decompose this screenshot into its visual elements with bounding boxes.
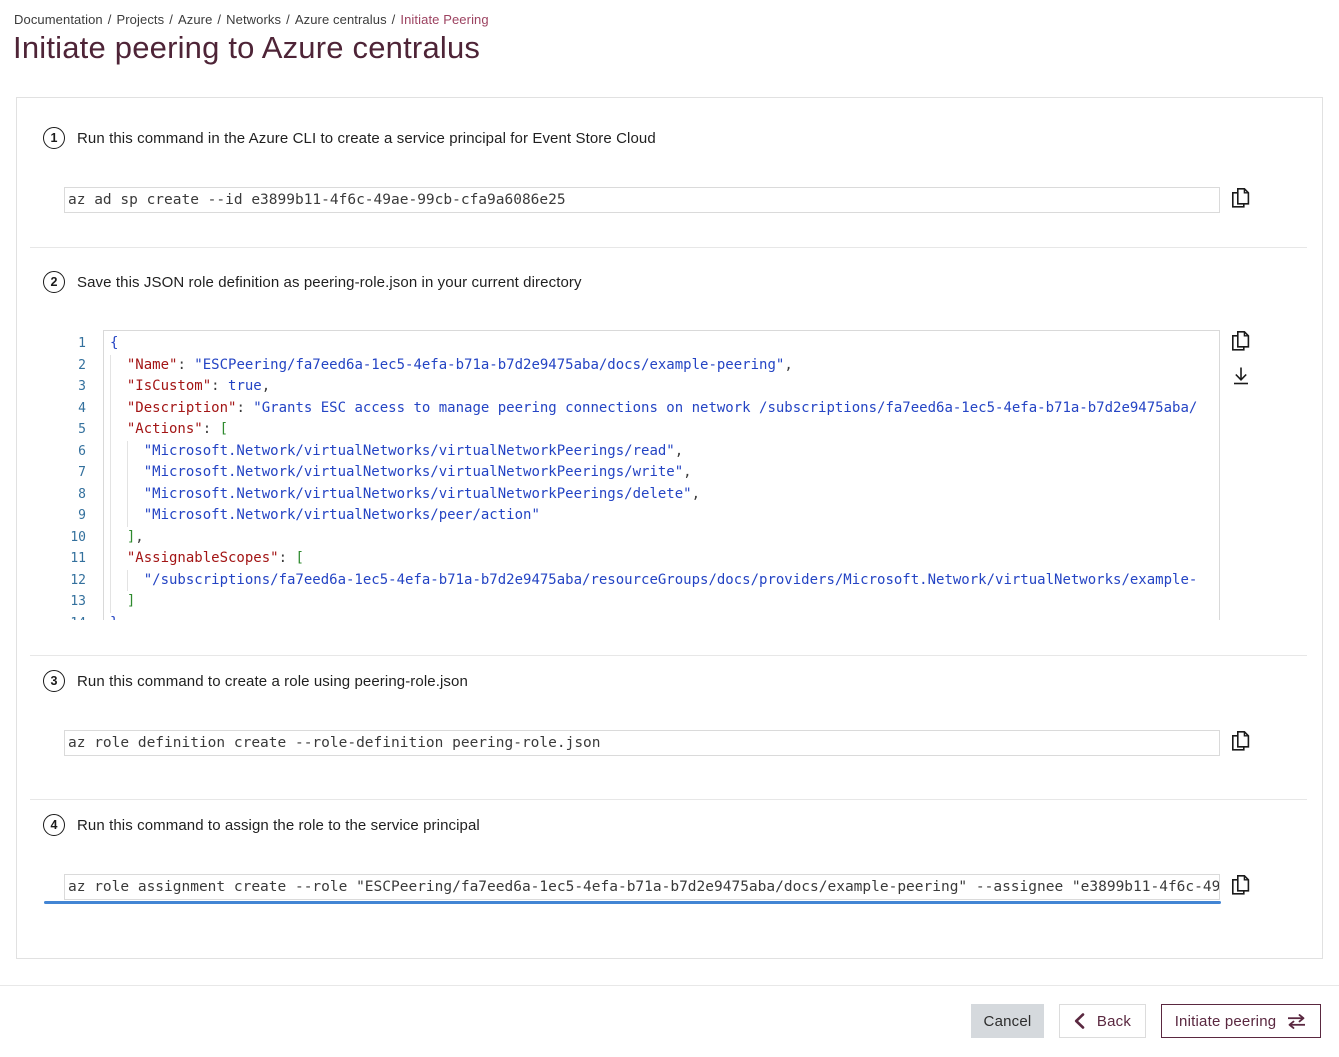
step-4-number-badge: 4 [43, 814, 65, 836]
code-line: { [104, 333, 1219, 355]
breadcrumb-link-projects[interactable]: Projects [116, 12, 164, 27]
chevron-left-icon [1074, 1013, 1085, 1029]
breadcrumb-separator: / [392, 12, 396, 27]
swap-arrows-icon [1286, 1014, 1307, 1029]
breadcrumb-link-azure[interactable]: Azure [178, 12, 212, 27]
breadcrumb-link-documentation[interactable]: Documentation [14, 12, 103, 27]
line-number: 5 [64, 419, 86, 441]
cancel-button[interactable]: Cancel [971, 1004, 1044, 1038]
back-button[interactable]: Back [1059, 1004, 1146, 1038]
initiate-peering-button-label: Initiate peering [1175, 1013, 1277, 1030]
line-number: 3 [64, 376, 86, 398]
step-1-copy-button[interactable] [1230, 186, 1251, 210]
line-number: 2 [64, 355, 86, 377]
step-1-instruction: Run this command in the Azure CLI to cre… [77, 130, 656, 147]
code-line: "Name": "ESCPeering/fa7eed6a-1ec5-4efa-b… [104, 355, 1219, 377]
cancel-button-label: Cancel [984, 1013, 1032, 1030]
breadcrumb: Documentation / Projects / Azure / Networks / Az… [14, 12, 489, 27]
line-number: 12 [64, 570, 86, 592]
code-line: ], [104, 527, 1219, 549]
breadcrumb-separator: / [217, 12, 221, 27]
step-4-command-box[interactable]: az role assignment create --role "ESCPee… [64, 874, 1220, 900]
step-3-number-badge: 3 [43, 670, 65, 692]
code-line: "Microsoft.Network/virtualNetworks/virtu… [104, 484, 1219, 506]
code-line: "/subscriptions/fa7eed6a-1ec5-4efa-b71a-… [104, 570, 1219, 592]
section-divider [30, 799, 1307, 800]
back-button-label: Back [1097, 1013, 1131, 1030]
line-number: 6 [64, 441, 86, 463]
breadcrumb-separator: / [169, 12, 173, 27]
copy-icon [1230, 885, 1251, 900]
initiate-peering-button[interactable]: Initiate peering [1161, 1004, 1321, 1038]
code-line: } [104, 613, 1219, 621]
line-number: 10 [64, 527, 86, 549]
step-1-number-badge: 1 [43, 127, 65, 149]
breadcrumb-separator: / [286, 12, 290, 27]
line-number: 1 [64, 333, 86, 355]
step-2-instruction: Save this JSON role definition as peerin… [77, 274, 582, 291]
editor-code: { "Name": "ESCPeering/fa7eed6a-1ec5-4efa… [103, 330, 1220, 620]
download-icon [1230, 378, 1252, 393]
breadcrumb-link-azure-centralus[interactable]: Azure centralus [295, 12, 387, 27]
code-line: "AssignableScopes": [ [104, 548, 1219, 570]
line-number: 13 [64, 591, 86, 613]
line-number: 9 [64, 505, 86, 527]
code-line: "Microsoft.Network/virtualNetworks/peer/… [104, 505, 1219, 527]
breadcrumb-separator: / [108, 12, 112, 27]
code-line: "Description": "Grants ESC access to man… [104, 398, 1219, 420]
breadcrumb-current: Initiate Peering [400, 12, 488, 27]
code-line: "Actions": [ [104, 419, 1219, 441]
step-1-command-box: az ad sp create --id e3899b11-4f6c-49ae-… [64, 187, 1220, 213]
initiate-peering-page: Documentation / Projects / Azure / Networks / Az… [0, 0, 1339, 1057]
line-number: 8 [64, 484, 86, 506]
code-line: "Microsoft.Network/virtualNetworks/virtu… [104, 462, 1219, 484]
code-line: ] [104, 591, 1219, 613]
step-3-instruction: Run this command to create a role using … [77, 673, 468, 690]
page-title: Initiate peering to Azure centralus [13, 30, 480, 66]
step-2-download-button[interactable] [1230, 364, 1252, 390]
copy-icon [1230, 198, 1251, 213]
line-number: 4 [64, 398, 86, 420]
step-4-instruction: Run this command to assign the role to t… [77, 817, 480, 834]
step-3-copy-button[interactable] [1230, 729, 1251, 753]
step-3-command-box: az role definition create --role-definit… [64, 730, 1220, 756]
section-divider [30, 655, 1307, 656]
horizontal-scrollbar[interactable] [44, 901, 1221, 904]
step-3-command: az role definition create --role-definit… [65, 735, 601, 751]
copy-icon [1230, 741, 1251, 756]
copy-icon [1230, 341, 1251, 356]
step-4-copy-button[interactable] [1230, 873, 1251, 897]
breadcrumb-link-networks[interactable]: Networks [226, 12, 281, 27]
json-editor[interactable]: 1234567891011121314 { "Name": "ESCPeerin… [64, 330, 1220, 620]
code-line: "Microsoft.Network/virtualNetworks/virtu… [104, 441, 1219, 463]
step-1-command: az ad sp create --id e3899b11-4f6c-49ae-… [65, 192, 566, 208]
step-4-command: az role assignment create --role "ESCPee… [65, 879, 1220, 895]
step-2-copy-button[interactable] [1230, 329, 1251, 353]
section-divider [30, 247, 1307, 248]
line-number: 14 [64, 613, 86, 621]
editor-gutter: 1234567891011121314 [64, 333, 86, 620]
line-number: 11 [64, 548, 86, 570]
line-number: 7 [64, 462, 86, 484]
step-2-number-badge: 2 [43, 271, 65, 293]
footer-divider [0, 985, 1339, 986]
code-line: "IsCustom": true, [104, 376, 1219, 398]
